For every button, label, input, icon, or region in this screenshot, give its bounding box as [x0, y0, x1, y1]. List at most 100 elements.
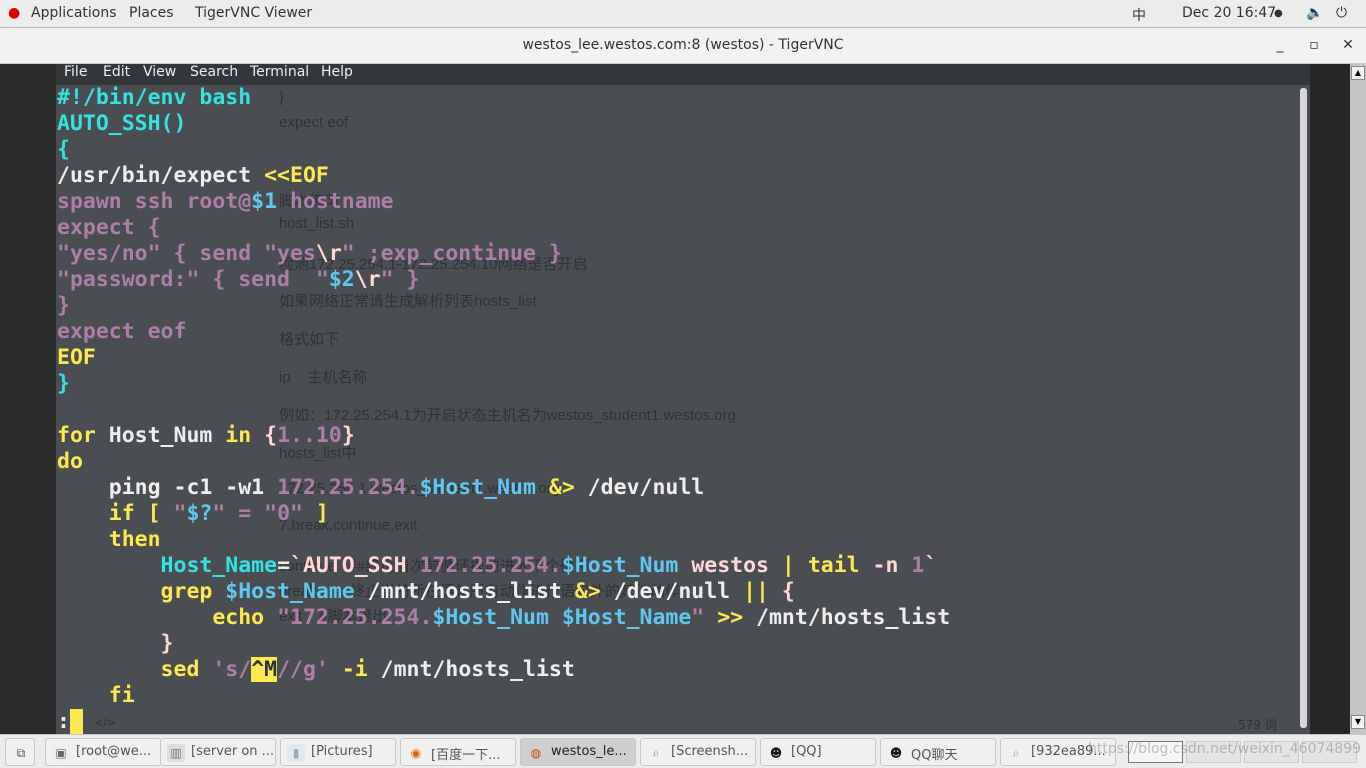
- taskbar-item[interactable]: ☻ [QQ]: [760, 738, 876, 766]
- code-line: sed 's/^M//g' -i /mnt/hosts_list: [57, 657, 950, 683]
- highlighted-text: [69, 709, 83, 734]
- menu-view[interactable]: View: [143, 64, 176, 80]
- show-desktop-button[interactable]: ⧉: [5, 738, 35, 766]
- code-line: #!/bin/env bash: [57, 85, 950, 111]
- code-line: grep $Host_Name /mnt/hosts_list &> /dev/…: [57, 579, 950, 605]
- code-token: $?: [186, 501, 213, 526]
- volume-muted-icon[interactable]: 🔈: [1306, 5, 1323, 21]
- code-token: ||: [743, 579, 782, 604]
- folder-icon: ▮: [287, 744, 305, 762]
- code-line: "password:" { send "$2\r" }: [57, 267, 950, 293]
- taskbar-item[interactable]: ▮ [Pictures]: [280, 738, 396, 766]
- menu-file[interactable]: File: [64, 64, 87, 80]
- code-token: ping -c1 -w1: [57, 475, 278, 500]
- scroll-up-arrow-icon[interactable]: ▲: [1351, 66, 1365, 80]
- code-line: expect eof: [57, 319, 950, 345]
- input-method-indicator[interactable]: 中: [1132, 5, 1146, 25]
- code-token: hostname: [277, 189, 394, 214]
- code-token: $1: [251, 189, 278, 214]
- code-token: -i: [341, 657, 381, 682]
- taskbar-item[interactable]: ◍ westos_le...: [520, 738, 636, 766]
- maximize-button[interactable]: ▫: [1306, 37, 1322, 53]
- taskbar: ⧉ ▣ [root@we... ▥ [server on ... ▮ [Pictures]…: [0, 734, 1366, 768]
- code-token: in: [225, 423, 265, 448]
- qq-icon: ☻: [889, 746, 903, 760]
- code-token: <<EOF: [264, 163, 329, 188]
- vim-buffer[interactable]: #!/bin/env bash AUTO_SSH(){/usr/bin/expec…: [57, 85, 950, 734]
- code-line: if [ "$?" = "0" ]: [57, 501, 950, 527]
- code-token: &>: [548, 475, 575, 500]
- code-token: $Host_Num: [561, 553, 692, 578]
- code-token: /dev/null: [574, 475, 705, 500]
- code-token: if [: [57, 501, 174, 526]
- vnc-scrollbar[interactable]: [1350, 64, 1366, 734]
- taskbar-item-label: westos_le...: [551, 744, 627, 759]
- taskbar-item[interactable]: ☻ QQ聊天: [880, 738, 996, 766]
- code-token: -n: [872, 553, 912, 578]
- code-token: /mnt/hosts_list: [380, 657, 575, 682]
- terminal-icon: ▣: [52, 744, 70, 762]
- taskbar-item[interactable]: ▣ [root@we...: [45, 738, 161, 766]
- menu-edit[interactable]: Edit: [103, 64, 130, 80]
- code-token: " ;exp_continue }: [341, 241, 562, 266]
- tigervnc-icon: ◍: [530, 746, 542, 760]
- code-line: /usr/bin/expect <<EOF: [57, 163, 950, 189]
- firefox-icon: ◉: [410, 746, 422, 760]
- code-line: :: [57, 709, 950, 734]
- code-line: "yes/no" { send "yes\r" ;exp_continue }: [57, 241, 950, 267]
- code-token: expect eof: [57, 319, 187, 344]
- scroll-down-arrow-icon[interactable]: ▼: [1351, 715, 1365, 729]
- code-line: Host_Name=`AUTO_SSH 172.25.254.$Host_Num…: [57, 553, 950, 579]
- code-token: :: [57, 709, 70, 734]
- vnc-left-margin: [0, 64, 56, 734]
- code-token: " }: [380, 267, 420, 292]
- code-token: expect {: [57, 215, 161, 240]
- code-token: ": [691, 605, 718, 630]
- code-token: /mnt/hosts_list: [367, 579, 575, 604]
- code-token: /usr/bin/expect: [57, 163, 265, 188]
- code-token: grep: [57, 579, 226, 604]
- code-token: 1..10: [277, 423, 342, 448]
- word-count: 579 词: [1238, 718, 1277, 732]
- active-app-menu[interactable]: TigerVNC Viewer: [195, 5, 312, 21]
- applications-menu[interactable]: Applications: [31, 5, 117, 21]
- code-token: EOF: [57, 345, 96, 370]
- places-menu[interactable]: Places: [129, 5, 174, 21]
- code-token: "172.25.254.: [277, 605, 433, 630]
- code-token: }: [341, 423, 355, 448]
- menu-help[interactable]: Help: [321, 64, 353, 80]
- code-token: for: [57, 423, 109, 448]
- code-token: AUTO_SSH(): [57, 111, 187, 136]
- code-token: 172.25.254.: [419, 553, 562, 578]
- code-token: >>: [717, 605, 757, 630]
- code-token: $Host_Name: [225, 579, 368, 604]
- code-token: then: [57, 527, 161, 552]
- code-token: $Host_Num: [419, 475, 549, 500]
- code-token: {: [781, 579, 795, 604]
- code-icon: </>: [94, 716, 117, 729]
- menu-search[interactable]: Search: [190, 64, 238, 80]
- terminal-scrollbar[interactable]: [1300, 88, 1307, 728]
- code-token: {: [57, 137, 70, 162]
- taskbar-item[interactable]: ◉ [百度一下...: [400, 738, 516, 766]
- close-button[interactable]: ✕: [1340, 37, 1356, 53]
- top-panel: ● Applications Places TigerVNC Viewer 中 …: [0, 0, 1366, 28]
- taskbar-item[interactable]: ⌕ [Screensh...: [640, 738, 756, 766]
- taskbar-item[interactable]: ▥ [server on ...: [160, 738, 276, 766]
- clock[interactable]: Dec 20 16:47: [1182, 5, 1276, 21]
- taskbar-item-label: [root@we...: [76, 744, 152, 759]
- minimize-button[interactable]: _: [1272, 37, 1288, 53]
- code-token: spawn ssh root@: [57, 189, 252, 214]
- watermark: https://blog.csdn.net/weixin_46074899: [1088, 741, 1362, 757]
- code-token: "password:" { send ": [57, 267, 329, 292]
- terminal-content[interactable]: } expect eof 脚本练习 host_list.sh 检测172.25.254.…: [56, 85, 1310, 734]
- code-token: do: [57, 449, 83, 474]
- vnc-icon: ▥: [167, 744, 185, 762]
- code-token: }: [57, 371, 70, 396]
- code-token: \r: [315, 241, 342, 266]
- taskbar-item-label: [Pictures]: [311, 744, 373, 759]
- power-icon[interactable]: ⏻: [1336, 5, 1347, 21]
- menu-terminal[interactable]: Terminal: [250, 64, 309, 80]
- code-token: |: [781, 553, 808, 578]
- code-token: =: [277, 553, 291, 578]
